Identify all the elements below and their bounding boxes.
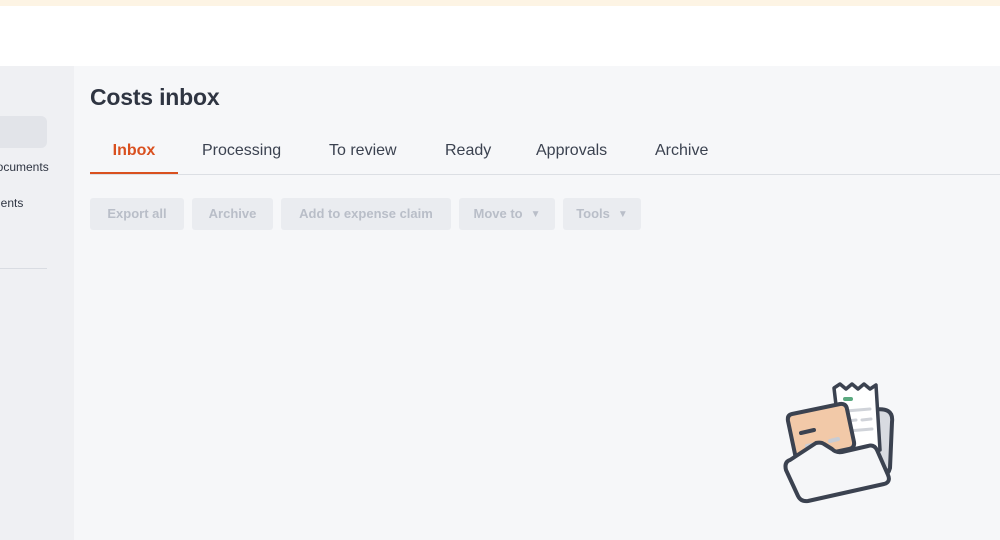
- sidebar-divider: [0, 268, 47, 269]
- receipt-folder-illustration: [780, 380, 900, 506]
- archive-label: Archive: [208, 206, 257, 221]
- move-to-button[interactable]: Move to ▼: [459, 198, 555, 230]
- export-all-button[interactable]: Export all: [90, 198, 184, 230]
- caret-down-icon: ▼: [617, 209, 628, 220]
- tab-approvals[interactable]: Approvals: [536, 136, 607, 172]
- tab-to-review[interactable]: To review: [329, 136, 397, 172]
- tools-label: Tools: [576, 206, 610, 221]
- sidebar: Documents Payments: [0, 66, 74, 540]
- tab-processing[interactable]: Processing: [202, 136, 281, 172]
- move-to-label: Move to: [473, 206, 523, 221]
- tab-ready[interactable]: Ready: [445, 136, 491, 172]
- add-to-expense-claim-button[interactable]: Add to expense claim: [281, 198, 451, 230]
- tools-button[interactable]: Tools ▼: [563, 198, 641, 230]
- archive-button[interactable]: Archive: [192, 198, 273, 230]
- app-header: [0, 6, 1000, 66]
- sidebar-item-documents[interactable]: Documents: [0, 160, 49, 174]
- export-all-label: Export all: [107, 206, 167, 221]
- sidebar-item-active[interactable]: [0, 116, 47, 148]
- add-to-expense-claim-label: Add to expense claim: [299, 206, 433, 221]
- caret-down-icon: ▼: [530, 209, 541, 220]
- tab-archive[interactable]: Archive: [655, 136, 708, 172]
- tab-inbox[interactable]: Inbox: [90, 136, 178, 174]
- sidebar-item-payments[interactable]: Payments: [0, 196, 23, 210]
- page-title: Costs inbox: [90, 84, 220, 110]
- tab-bar: Inbox Processing To review Ready Approva…: [90, 136, 1000, 175]
